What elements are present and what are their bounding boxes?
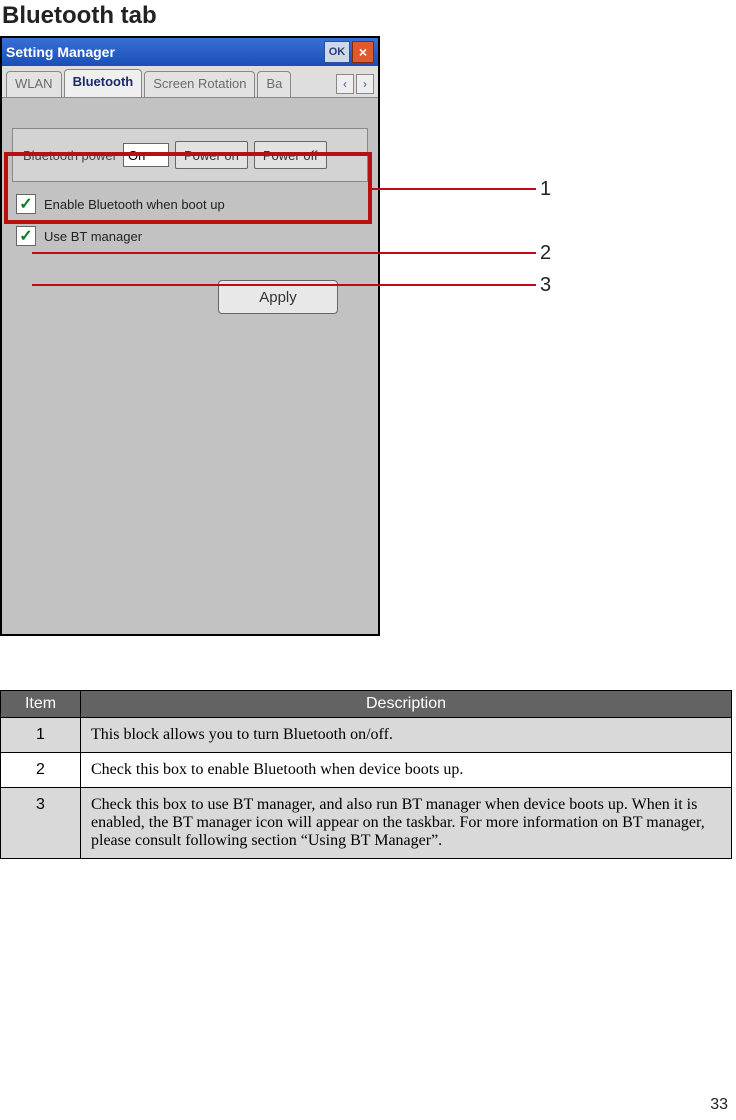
tab-scroll-right[interactable]: › [356,74,374,94]
chevron-right-icon: › [363,77,367,91]
annotated-screenshot: Setting Manager OK × WLAN Bluetooth Scre… [0,36,560,636]
ok-button[interactable]: OK [324,41,350,63]
apply-button[interactable]: Apply [218,280,338,314]
bluetooth-tab-content: Bluetooth power On Power on Power off ✓ … [2,98,378,634]
tab-wlan[interactable]: WLAN [6,71,62,97]
use-bt-manager-checkbox[interactable]: ✓ [16,226,36,246]
bluetooth-power-group: Bluetooth power On Power on Power off [12,128,368,182]
use-bt-manager-label: Use BT manager [44,229,142,244]
row-desc: Check this box to enable Bluetooth when … [81,753,732,788]
page-number: 33 [710,1096,728,1114]
tab-bar: WLAN Bluetooth Screen Rotation Ba ‹ › [2,66,378,98]
description-table: Item Description 1 This block allows you… [0,690,732,859]
callout-1-label: 1 [540,178,551,201]
row-desc: Check this box to use BT manager, and al… [81,788,732,859]
table-row: 3 Check this box to use BT manager, and … [1,788,732,859]
power-off-button[interactable]: Power off [254,141,327,169]
row-desc: This block allows you to turn Bluetooth … [81,718,732,753]
col-item: Item [1,691,81,718]
window-titlebar: Setting Manager OK × [2,38,378,66]
col-description: Description [81,691,732,718]
row-num: 2 [1,753,81,788]
table-row: 2 Check this box to enable Bluetooth whe… [1,753,732,788]
bluetooth-power-label: Bluetooth power [23,148,117,163]
table-row: 1 This block allows you to turn Bluetoot… [1,718,732,753]
tab-bluetooth[interactable]: Bluetooth [64,69,143,97]
enable-on-boot-label: Enable Bluetooth when boot up [44,197,225,212]
use-bt-manager-row: ✓ Use BT manager [12,226,368,246]
row-num: 3 [1,788,81,859]
close-icon: × [359,44,367,60]
tab-more[interactable]: Ba [257,71,291,97]
setting-manager-window: Setting Manager OK × WLAN Bluetooth Scre… [0,36,380,636]
power-on-button[interactable]: Power on [175,141,248,169]
enable-on-boot-row: ✓ Enable Bluetooth when boot up [12,194,368,214]
chevron-left-icon: ‹ [343,77,347,91]
enable-on-boot-checkbox[interactable]: ✓ [16,194,36,214]
bluetooth-power-value[interactable]: On [123,143,169,167]
check-icon: ✓ [19,226,32,246]
tab-screen-rotation[interactable]: Screen Rotation [144,71,255,97]
callout-1-line [372,188,536,190]
callout-2-label: 2 [540,242,551,265]
close-button[interactable]: × [352,41,374,63]
page-heading: Bluetooth tab [2,2,736,30]
check-icon: ✓ [19,194,32,214]
window-title: Setting Manager [6,44,115,60]
callout-3-label: 3 [540,274,551,297]
row-num: 1 [1,718,81,753]
tab-scroll-left[interactable]: ‹ [336,74,354,94]
